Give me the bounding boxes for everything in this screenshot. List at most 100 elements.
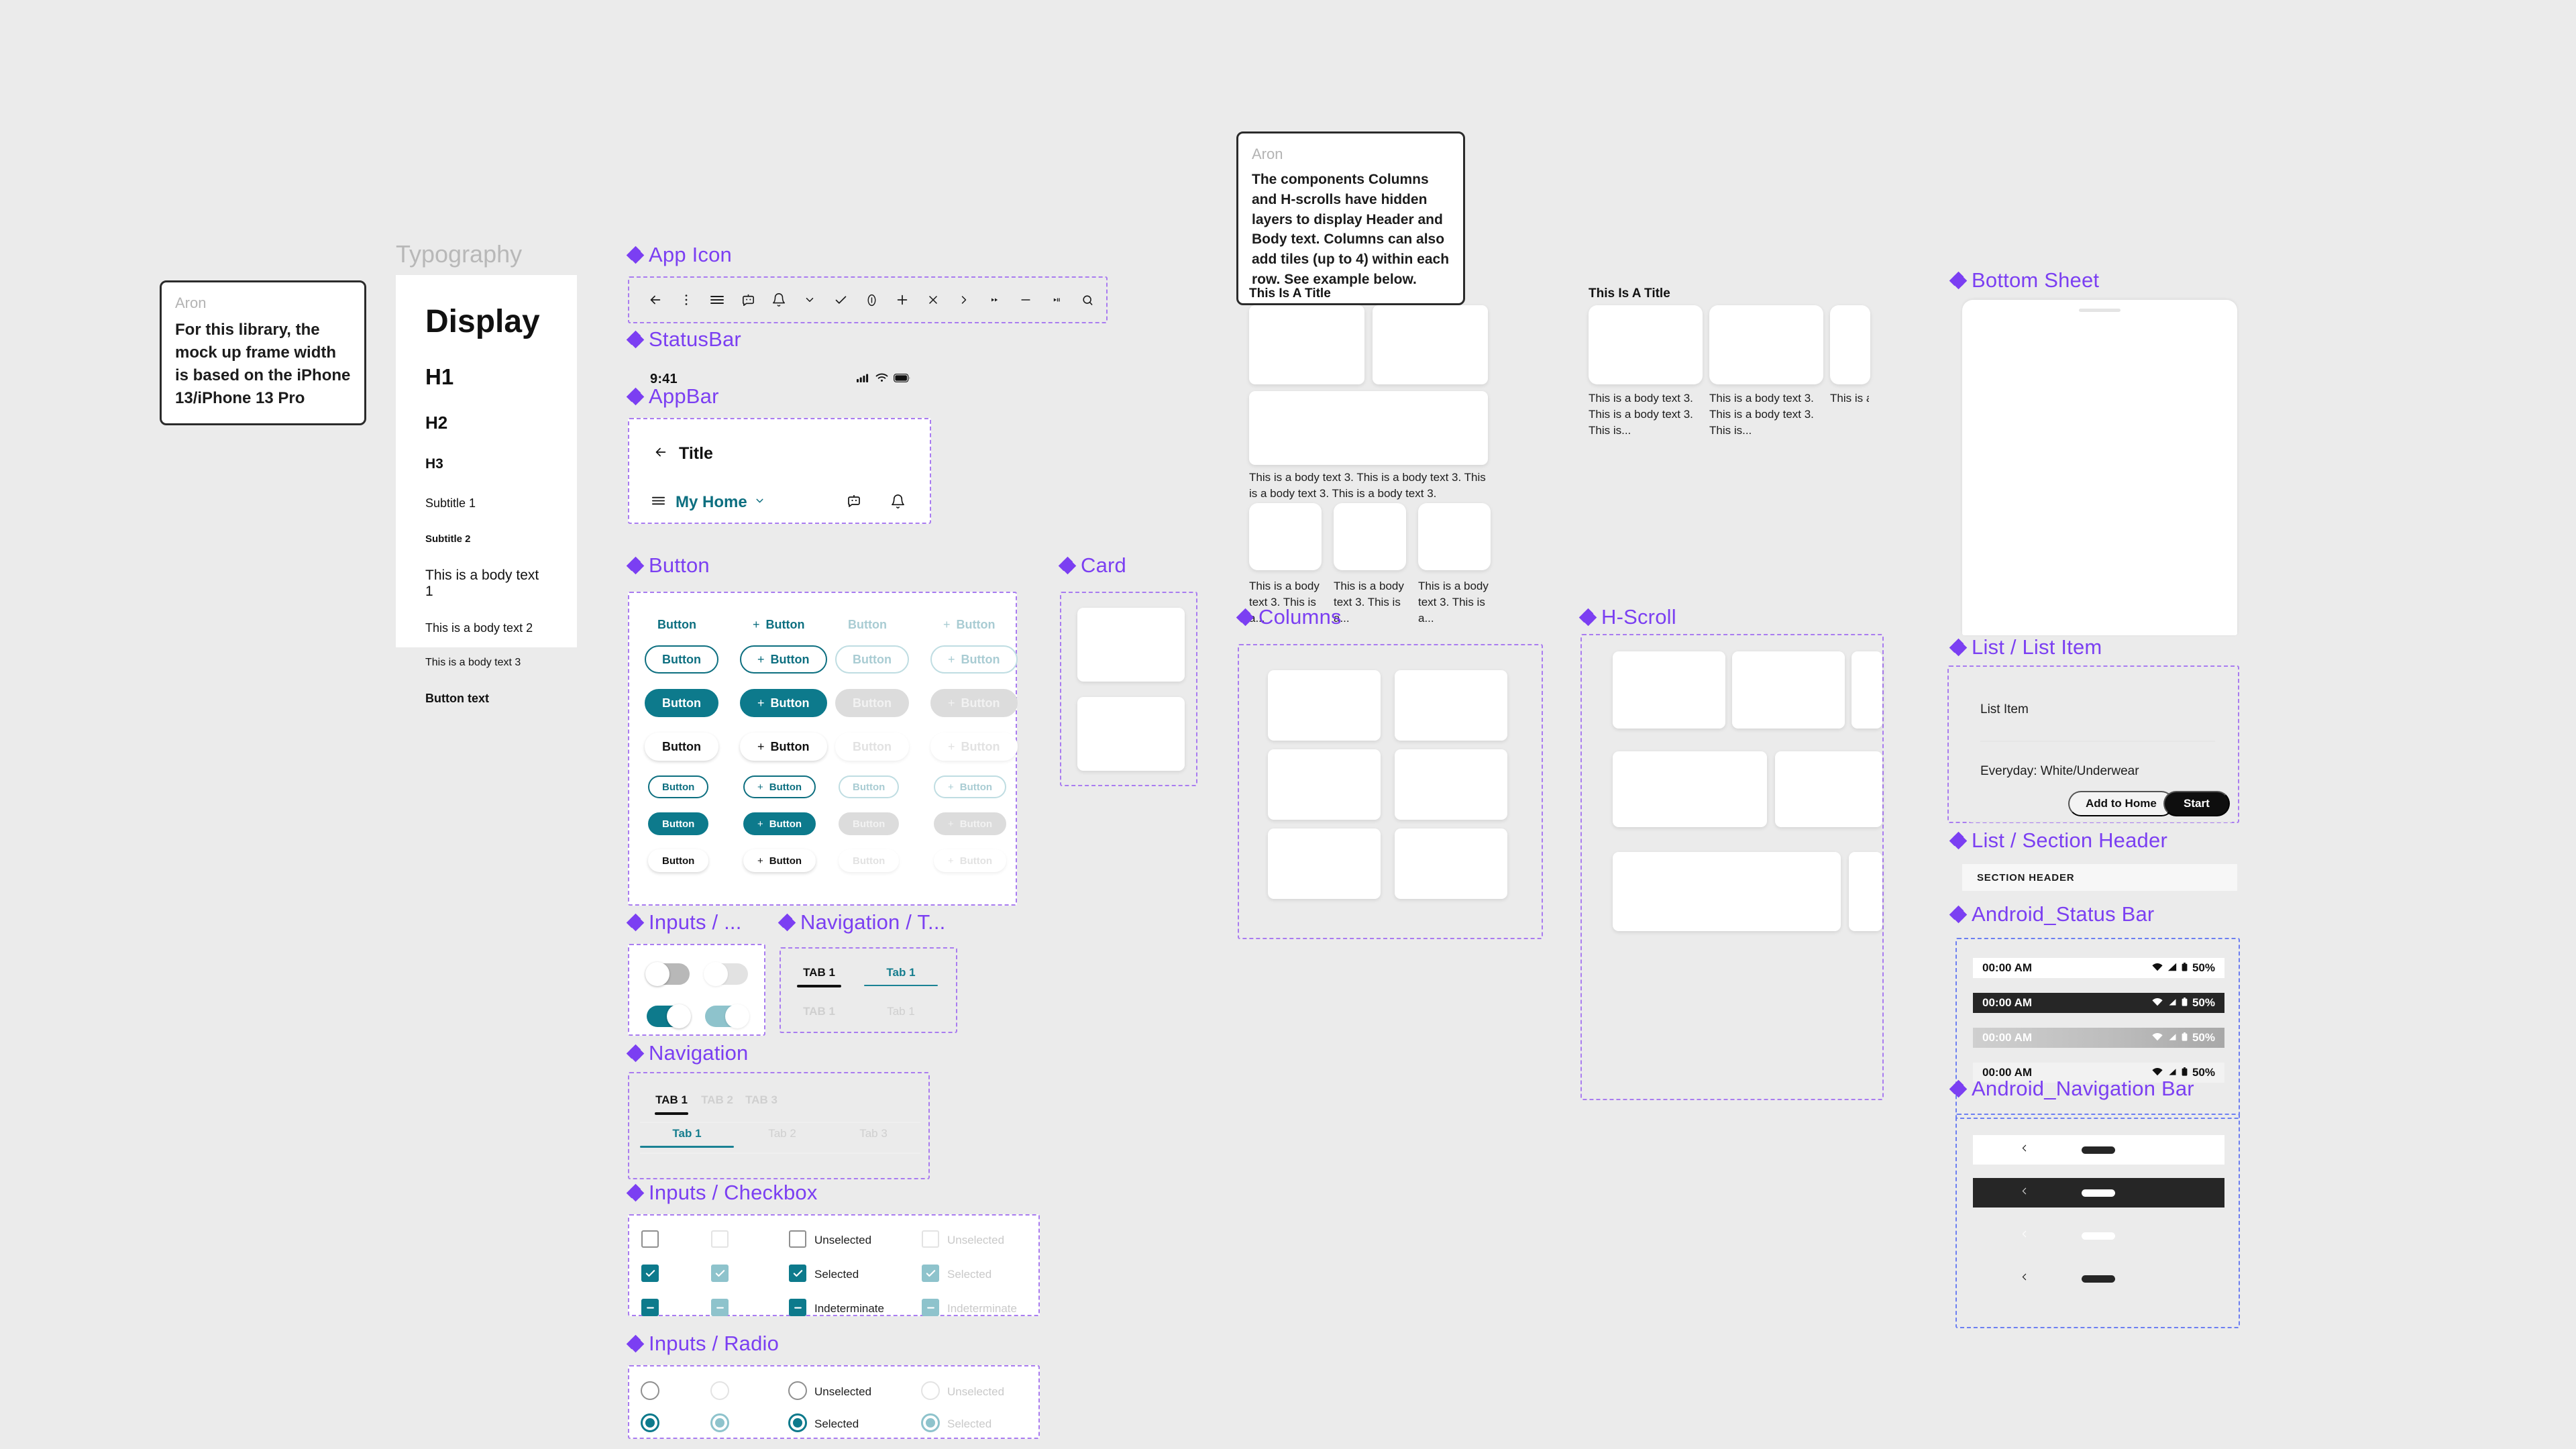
chevron-right-icon[interactable] bbox=[949, 278, 979, 322]
tab-tab-1-upper[interactable]: TAB 1 bbox=[655, 1093, 688, 1115]
tab-tab-3-upper[interactable]: TAB 3 bbox=[745, 1093, 778, 1107]
card[interactable] bbox=[1077, 697, 1185, 771]
app-bar-home-selector[interactable]: My Home bbox=[651, 493, 765, 512]
skip-next-icon[interactable] bbox=[1041, 278, 1072, 322]
button-outlined-small-enabled-icon[interactable]: + Button bbox=[743, 775, 816, 798]
button-filled-enabled[interactable]: Button bbox=[645, 689, 718, 717]
menu-icon[interactable] bbox=[651, 493, 666, 512]
checkbox-label-indeterminate: Indeterminate bbox=[814, 1302, 884, 1315]
home-indicator[interactable] bbox=[2082, 1275, 2115, 1283]
button-elevated-enabled-icon[interactable]: + Button bbox=[740, 733, 827, 761]
columns-tile[interactable] bbox=[1395, 670, 1507, 741]
button-outlined-enabled[interactable]: Button bbox=[645, 645, 718, 674]
chevron-left-icon[interactable] bbox=[2019, 1142, 2030, 1157]
checkbox-indeterminate-enabled[interactable] bbox=[641, 1299, 659, 1316]
checkbox-indeterminate-labeled-enabled[interactable] bbox=[789, 1299, 806, 1316]
info-icon[interactable] bbox=[856, 278, 887, 322]
home-indicator[interactable] bbox=[2082, 1189, 2115, 1197]
start-button[interactable]: Start bbox=[2163, 791, 2230, 816]
button-elevated-small-enabled-icon[interactable]: + Button bbox=[743, 849, 816, 872]
chat-bot-icon[interactable] bbox=[733, 278, 763, 322]
figma-component-icon bbox=[626, 913, 645, 932]
chevron-down-icon[interactable] bbox=[794, 278, 825, 322]
columns-example-tile[interactable] bbox=[1334, 503, 1406, 570]
card[interactable] bbox=[1077, 608, 1185, 682]
columns-example-tile[interactable] bbox=[1418, 503, 1491, 570]
check-icon[interactable] bbox=[825, 278, 856, 322]
toggle-off-enabled[interactable] bbox=[645, 962, 690, 986]
radio-unselected-enabled[interactable] bbox=[641, 1381, 659, 1400]
checkbox-unselected-enabled[interactable] bbox=[641, 1230, 659, 1248]
checkbox-selected-enabled[interactable] bbox=[641, 1265, 659, 1282]
chevron-left-icon[interactable] bbox=[2019, 1271, 2030, 1286]
add-to-home-button[interactable]: Add to Home bbox=[2068, 791, 2174, 816]
tab-upper-active-teal[interactable]: Tab 1 bbox=[864, 966, 938, 986]
columns-tile[interactable] bbox=[1268, 670, 1381, 741]
plus-icon: + bbox=[753, 618, 760, 631]
chevron-down-icon[interactable] bbox=[754, 495, 765, 510]
tab-tab-3-lower[interactable]: Tab 3 bbox=[826, 1127, 920, 1140]
radio-selected-labeled-enabled[interactable] bbox=[788, 1413, 807, 1432]
checkbox-unselected-labeled-enabled[interactable] bbox=[789, 1230, 806, 1248]
fast-forward-icon[interactable] bbox=[979, 278, 1010, 322]
note-body: For this library, the mock up frame widt… bbox=[175, 321, 351, 408]
tab-tab-2-upper[interactable]: TAB 2 bbox=[700, 1093, 734, 1107]
columns-tile[interactable] bbox=[1395, 828, 1507, 899]
button-filled-small-enabled[interactable]: Button bbox=[648, 812, 709, 835]
arrow-left-icon[interactable] bbox=[653, 445, 668, 463]
home-indicator[interactable] bbox=[2082, 1232, 2115, 1240]
button-text-enabled[interactable]: Button bbox=[656, 610, 698, 639]
button-filled-enabled-icon[interactable]: + Button bbox=[740, 689, 827, 717]
columns-example-body-short: This is a body text 3. This is a... bbox=[1418, 580, 1489, 625]
tab-upper-active[interactable]: TAB 1 bbox=[797, 966, 841, 987]
chevron-left-icon[interactable] bbox=[2019, 1228, 2030, 1243]
hscroll-example-tile[interactable] bbox=[1589, 305, 1703, 384]
tab-upper-inactive[interactable]: TAB 1 bbox=[797, 1005, 841, 1018]
button-row-elevated: Button + Button Button + Button bbox=[645, 733, 1026, 761]
button-elevated-disabled: Button bbox=[835, 733, 909, 761]
button-filled-small-enabled-icon[interactable]: + Button bbox=[743, 812, 816, 835]
columns-tile[interactable] bbox=[1395, 749, 1507, 820]
close-icon[interactable] bbox=[918, 278, 949, 322]
more-vertical-icon[interactable] bbox=[671, 278, 702, 322]
menu-icon[interactable] bbox=[702, 278, 733, 322]
home-indicator[interactable] bbox=[2082, 1146, 2115, 1154]
button-elevated-enabled[interactable]: Button bbox=[645, 733, 718, 761]
tab-tab-2-lower[interactable]: Tab 2 bbox=[735, 1127, 829, 1140]
chat-bot-icon[interactable] bbox=[846, 493, 862, 513]
hscroll-example-tile-clipped[interactable] bbox=[1830, 305, 1870, 384]
radio-selected-enabled[interactable] bbox=[641, 1413, 659, 1432]
tab-lower-inactive[interactable]: Tab 1 bbox=[864, 1005, 938, 1018]
h-scroll-tile-clipped[interactable] bbox=[1851, 651, 1882, 729]
columns-example-tile[interactable] bbox=[1249, 305, 1364, 384]
button-outlined-small-enabled[interactable]: Button bbox=[648, 775, 709, 798]
columns-example-tile[interactable] bbox=[1249, 503, 1322, 570]
hscroll-example-tile[interactable] bbox=[1709, 305, 1823, 384]
columns-example-tile[interactable] bbox=[1249, 391, 1488, 465]
battery-icon bbox=[2182, 996, 2188, 1010]
minus-icon[interactable] bbox=[1010, 278, 1041, 322]
chevron-left-icon[interactable] bbox=[2019, 1185, 2030, 1200]
bell-icon[interactable] bbox=[763, 278, 794, 322]
radio-unselected-labeled-enabled[interactable] bbox=[788, 1381, 807, 1400]
h-scroll-tile[interactable] bbox=[1732, 651, 1845, 729]
tab-tab-1-lower[interactable]: Tab 1 bbox=[640, 1127, 734, 1148]
h-scroll-tile[interactable] bbox=[1613, 751, 1767, 827]
arrow-left-icon[interactable] bbox=[640, 278, 671, 322]
columns-example-tile[interactable] bbox=[1373, 305, 1488, 384]
h-scroll-tile[interactable] bbox=[1613, 852, 1841, 931]
button-elevated-small-enabled[interactable]: Button bbox=[648, 849, 709, 872]
h-scroll-tile-clipped[interactable] bbox=[1775, 751, 1882, 827]
checkbox-selected-labeled-enabled[interactable] bbox=[789, 1265, 806, 1282]
toggle-on-enabled[interactable] bbox=[647, 1004, 691, 1028]
h-scroll-tile-clipped[interactable] bbox=[1849, 852, 1882, 931]
search-icon[interactable] bbox=[1072, 278, 1103, 322]
plus-icon[interactable] bbox=[887, 278, 918, 322]
button-outlined-enabled-icon[interactable]: + Button bbox=[740, 645, 827, 674]
drag-handle-icon[interactable] bbox=[2079, 309, 2121, 312]
columns-tile[interactable] bbox=[1268, 828, 1381, 899]
button-text-enabled-icon[interactable]: + Button bbox=[751, 610, 806, 639]
bell-icon[interactable] bbox=[890, 494, 906, 513]
h-scroll-tile[interactable] bbox=[1613, 651, 1725, 729]
columns-tile[interactable] bbox=[1268, 749, 1381, 820]
